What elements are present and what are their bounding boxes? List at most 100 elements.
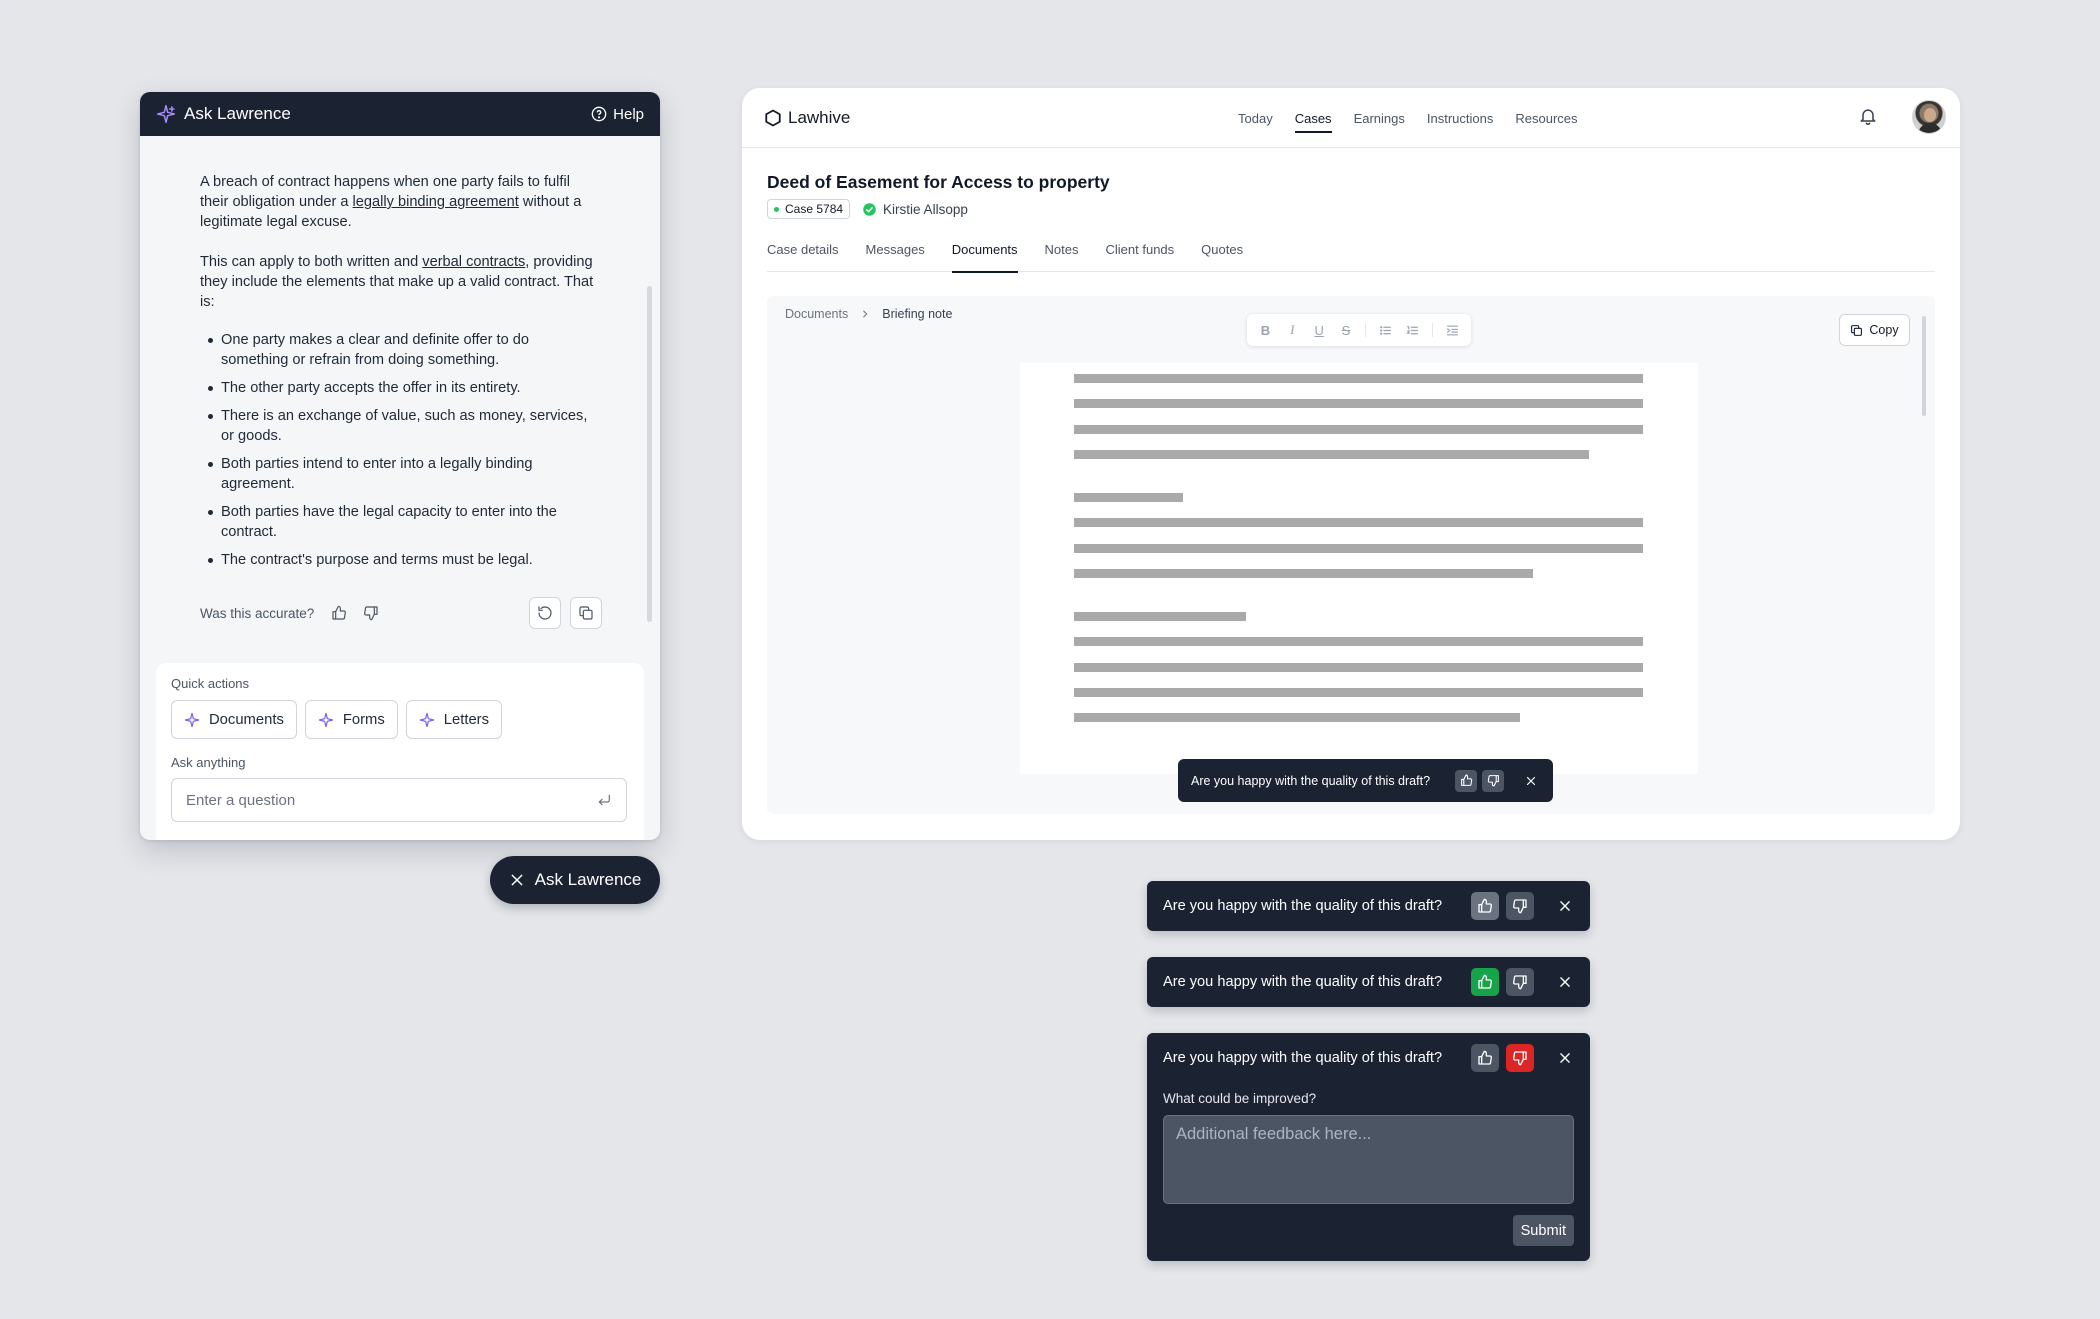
ask-anything-label: Ask anything [171,755,246,770]
placeholder-text-line [1074,688,1643,697]
verbal-contracts-link[interactable]: verbal contracts [422,254,525,270]
case-tabs: Case details Messages Documents Notes Cl… [767,242,1935,273]
top-navigation-bar: Lawhive Today Cases Earnings Instruction… [742,88,1960,148]
contract-elements-list: One party makes a clear and definite off… [200,330,600,570]
list-item: The contract's purpose and terms must be… [200,550,600,570]
question-input[interactable] [186,791,566,809]
ask-lawrence-toggle-button[interactable]: Ask Lawrence [490,856,660,904]
breadcrumb-briefing-note: Briefing note [882,307,953,321]
quick-action-forms[interactable]: Forms [304,700,398,739]
tab-documents[interactable]: Documents [951,242,1018,273]
feedback-toast-positive: Are you happy with the quality of this d… [1147,957,1590,1007]
question-circle-icon [591,106,607,122]
tab-notes[interactable]: Notes [1045,242,1079,272]
thumbs-up-icon[interactable] [1471,892,1499,920]
ask-lawrence-panel: Ask Lawrence Help A breach of contract h… [140,92,660,840]
thumbs-up-icon[interactable] [328,602,350,624]
copy-label: Copy [1869,323,1899,337]
lawhive-logo[interactable]: Lawhive [764,108,850,128]
indent-icon[interactable] [1442,320,1463,341]
tab-case-details[interactable]: Case details [767,242,839,272]
feedback-textarea[interactable] [1163,1115,1574,1204]
thumbs-up-icon[interactable] [1455,769,1477,792]
help-label: Help [613,105,644,123]
nav-resources[interactable]: Resources [1515,88,1577,148]
answer-paragraph-1: A breach of contract happens when one pa… [200,174,582,230]
list-item: Both parties intend to enter into a lega… [200,454,600,494]
thumbs-down-icon[interactable] [360,602,382,624]
nav-today[interactable]: Today [1238,88,1273,148]
feedback-toast-negative: Are you happy with the quality of this d… [1147,1033,1590,1261]
thumbs-down-icon[interactable] [1506,968,1534,996]
placeholder-text-line [1074,518,1643,527]
tab-messages[interactable]: Messages [866,242,925,272]
close-icon[interactable] [1556,973,1574,991]
bold-button[interactable]: B [1255,320,1276,341]
ask-lawrence-header: Ask Lawrence Help [140,92,660,136]
breadcrumb-documents[interactable]: Documents [785,307,848,321]
notifications-bell-icon[interactable] [1858,106,1878,126]
document-scrollbar[interactable] [1922,316,1926,416]
placeholder-text-line [1074,637,1643,646]
answer-paragraph-2: This can apply to both written and verba… [200,254,594,310]
placeholder-heading-line [1074,612,1246,621]
tab-client-funds[interactable]: Client funds [1106,242,1175,272]
accuracy-feedback-row: Was this accurate? [200,596,602,630]
thumbs-up-icon[interactable] [1471,1044,1499,1072]
ask-lawrence-title: Ask Lawrence [184,104,291,123]
feedback-question: Are you happy with the quality of this d… [1163,974,1443,990]
close-icon[interactable] [1556,1049,1574,1067]
placeholder-text-line [1074,450,1589,459]
document-page [1020,363,1698,774]
quick-action-documents[interactable]: Documents [171,700,297,739]
underline-button[interactable]: U [1309,320,1330,341]
client-info[interactable]: Kirstie Allsopp [862,202,968,217]
copy-document-button[interactable]: Copy [1839,314,1910,346]
tab-quotes[interactable]: Quotes [1201,242,1243,272]
ask-lawrence-pill-label: Ask Lawrence [534,870,642,889]
case-number-badge: Case 5784 [767,199,851,219]
strikethrough-button[interactable]: S [1336,320,1357,341]
help-button[interactable]: Help [591,106,644,123]
sparkle-icon [156,104,176,124]
refresh-icon [537,605,553,621]
regenerate-button[interactable] [529,597,561,629]
bullet-list-icon[interactable] [1375,320,1396,341]
placeholder-text-line [1074,569,1533,578]
lawhive-app-window: Lawhive Today Cases Earnings Instruction… [742,88,1960,840]
feedback-toast-default: Are you happy with the quality of this d… [1147,881,1590,931]
copy-icon [578,605,594,621]
thumbs-down-icon[interactable] [1506,1044,1534,1072]
close-icon[interactable] [1522,772,1540,790]
thumbs-down-icon[interactable] [1482,769,1504,792]
answer-scrollbar[interactable] [647,286,652,622]
placeholder-text-line [1074,544,1643,553]
copy-answer-button[interactable] [570,597,602,629]
document-editor: Documents Briefing note B I U S Copy Are… [767,296,1935,814]
placeholder-text-line [1074,399,1643,408]
quick-action-letters[interactable]: Letters [405,700,503,739]
numbered-list-icon[interactable] [1402,320,1423,341]
sparkle-icon [318,712,334,728]
improvement-label: What could be improved? [1163,1091,1317,1106]
thumbs-up-icon[interactable] [1471,968,1499,996]
formatting-toolbar: B I U S [1247,314,1471,346]
main-nav: Today Cases Earnings Instructions Resour… [1238,88,1578,148]
enter-icon[interactable] [596,792,612,808]
submit-button[interactable]: Submit [1512,1215,1574,1246]
placeholder-heading-line [1074,493,1183,502]
thumbs-down-icon[interactable] [1506,892,1534,920]
close-icon[interactable] [1556,897,1574,915]
nav-cases[interactable]: Cases [1294,88,1332,148]
placeholder-text-line [1074,663,1643,672]
user-avatar[interactable] [1912,100,1946,134]
placeholder-text-line [1074,425,1643,434]
legally-binding-agreement-link[interactable]: legally binding agreement [353,194,519,210]
nav-earnings[interactable]: Earnings [1354,88,1405,148]
placeholder-text-line [1074,374,1643,383]
hexagon-logo-icon [764,109,782,127]
list-item: There is an exchange of value, such as m… [200,406,600,446]
italic-button[interactable]: I [1282,320,1303,341]
feedback-question: Are you happy with the quality of this d… [1163,1050,1443,1066]
nav-instructions[interactable]: Instructions [1427,88,1493,148]
